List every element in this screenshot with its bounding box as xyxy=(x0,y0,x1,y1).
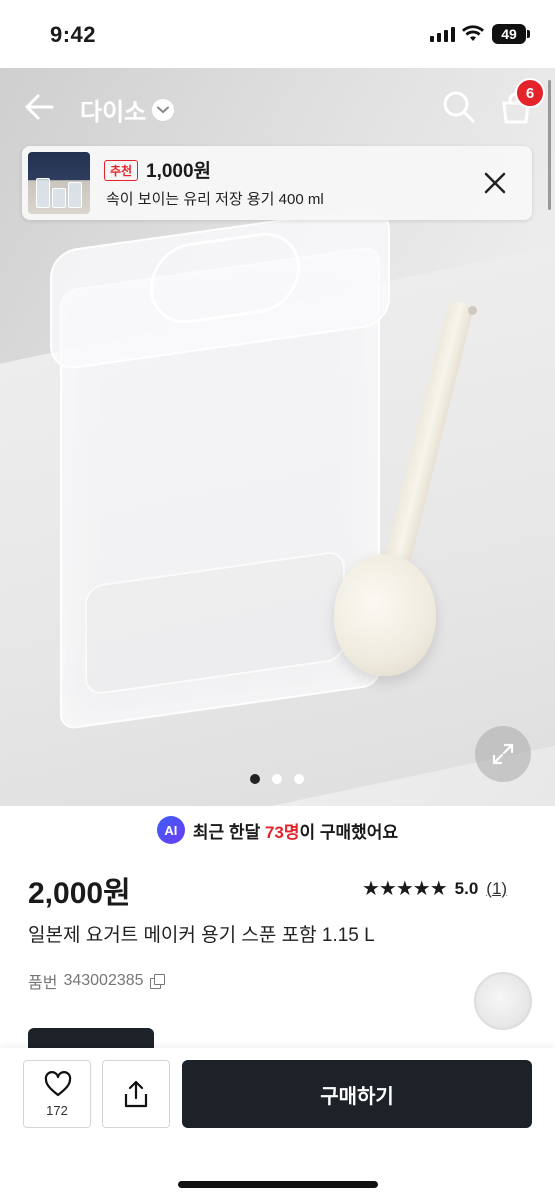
recommendation-thumbnail xyxy=(28,152,90,214)
close-icon[interactable] xyxy=(480,168,510,198)
carousel-dot[interactable] xyxy=(272,774,282,784)
carousel-indicator xyxy=(250,774,304,784)
ai-notice-prefix: 최근 한달 xyxy=(192,822,265,842)
ai-purchase-notice: AI 최근 한달 73명이 구매했어요 xyxy=(0,816,555,844)
brand-selector[interactable]: 다이소 xyxy=(80,92,175,127)
share-icon xyxy=(124,1080,148,1108)
rating-score: 5.0 xyxy=(454,878,479,898)
ai-icon: AI xyxy=(156,816,185,844)
ai-notice-text: 최근 한달 73명이 구매했어요 xyxy=(193,818,398,843)
option-thumbnail[interactable] xyxy=(474,972,532,1030)
share-button[interactable] xyxy=(102,1060,170,1128)
brand-logo: 다이소 xyxy=(80,99,147,126)
thumb-jar xyxy=(52,188,66,208)
buy-button[interactable]: 구매하기 xyxy=(182,1060,532,1128)
status-bar: 9:42 49 xyxy=(0,0,555,68)
sku-label: 품번 xyxy=(28,975,58,992)
review-count-link[interactable]: (1) xyxy=(486,879,507,899)
heart-icon xyxy=(44,1071,72,1097)
product-name: 일본제 요거트 메이커 용기 스푼 포함 1.15 L xyxy=(28,925,375,946)
like-count: 172 xyxy=(46,1103,68,1118)
wifi-icon xyxy=(462,25,484,41)
product-sku: 품번 343002385 xyxy=(28,969,165,993)
product-rating[interactable]: ★★★★★ 5.0 (1) xyxy=(362,876,507,901)
home-indicator[interactable] xyxy=(178,1181,378,1188)
thumb-jar xyxy=(68,182,82,208)
chevron-down-icon xyxy=(152,98,175,121)
expand-icon xyxy=(492,743,514,765)
recommendation-name: 속이 보이는 유리 저장 용기 400 ml xyxy=(106,191,324,208)
cellular-signal-icon xyxy=(430,26,455,42)
carousel-dot[interactable] xyxy=(294,774,304,784)
sku-value: 343002385 xyxy=(63,972,144,989)
ai-notice-highlight: 73명 xyxy=(264,822,300,842)
back-arrow-icon[interactable] xyxy=(22,89,58,125)
like-button[interactable]: 172 xyxy=(23,1060,91,1128)
search-icon[interactable] xyxy=(442,90,476,124)
expand-image-button[interactable] xyxy=(475,726,531,782)
scrollbar[interactable] xyxy=(548,80,551,210)
recommendation-banner[interactable]: 추천 1,000원 속이 보이는 유리 저장 용기 400 ml xyxy=(22,146,532,220)
recommendation-tag: 추천 xyxy=(104,160,139,181)
product-price: 2,000원 xyxy=(28,877,131,910)
thumb-jar xyxy=(36,178,50,208)
carousel-dot-active[interactable] xyxy=(250,774,260,784)
battery-icon: 49 xyxy=(492,24,526,44)
battery-tip xyxy=(527,30,530,38)
product-spoon-hole xyxy=(468,306,477,315)
recommendation-price: 1,000원 xyxy=(146,161,212,182)
star-rating-icon: ★★★★★ xyxy=(362,878,448,900)
status-time: 9:42 xyxy=(50,22,97,47)
cart-count-badge: 6 xyxy=(515,78,545,108)
product-spoon-bowl xyxy=(334,554,436,676)
copy-icon[interactable] xyxy=(149,974,165,989)
ai-notice-suffix: 이 구매했어요 xyxy=(299,822,399,842)
